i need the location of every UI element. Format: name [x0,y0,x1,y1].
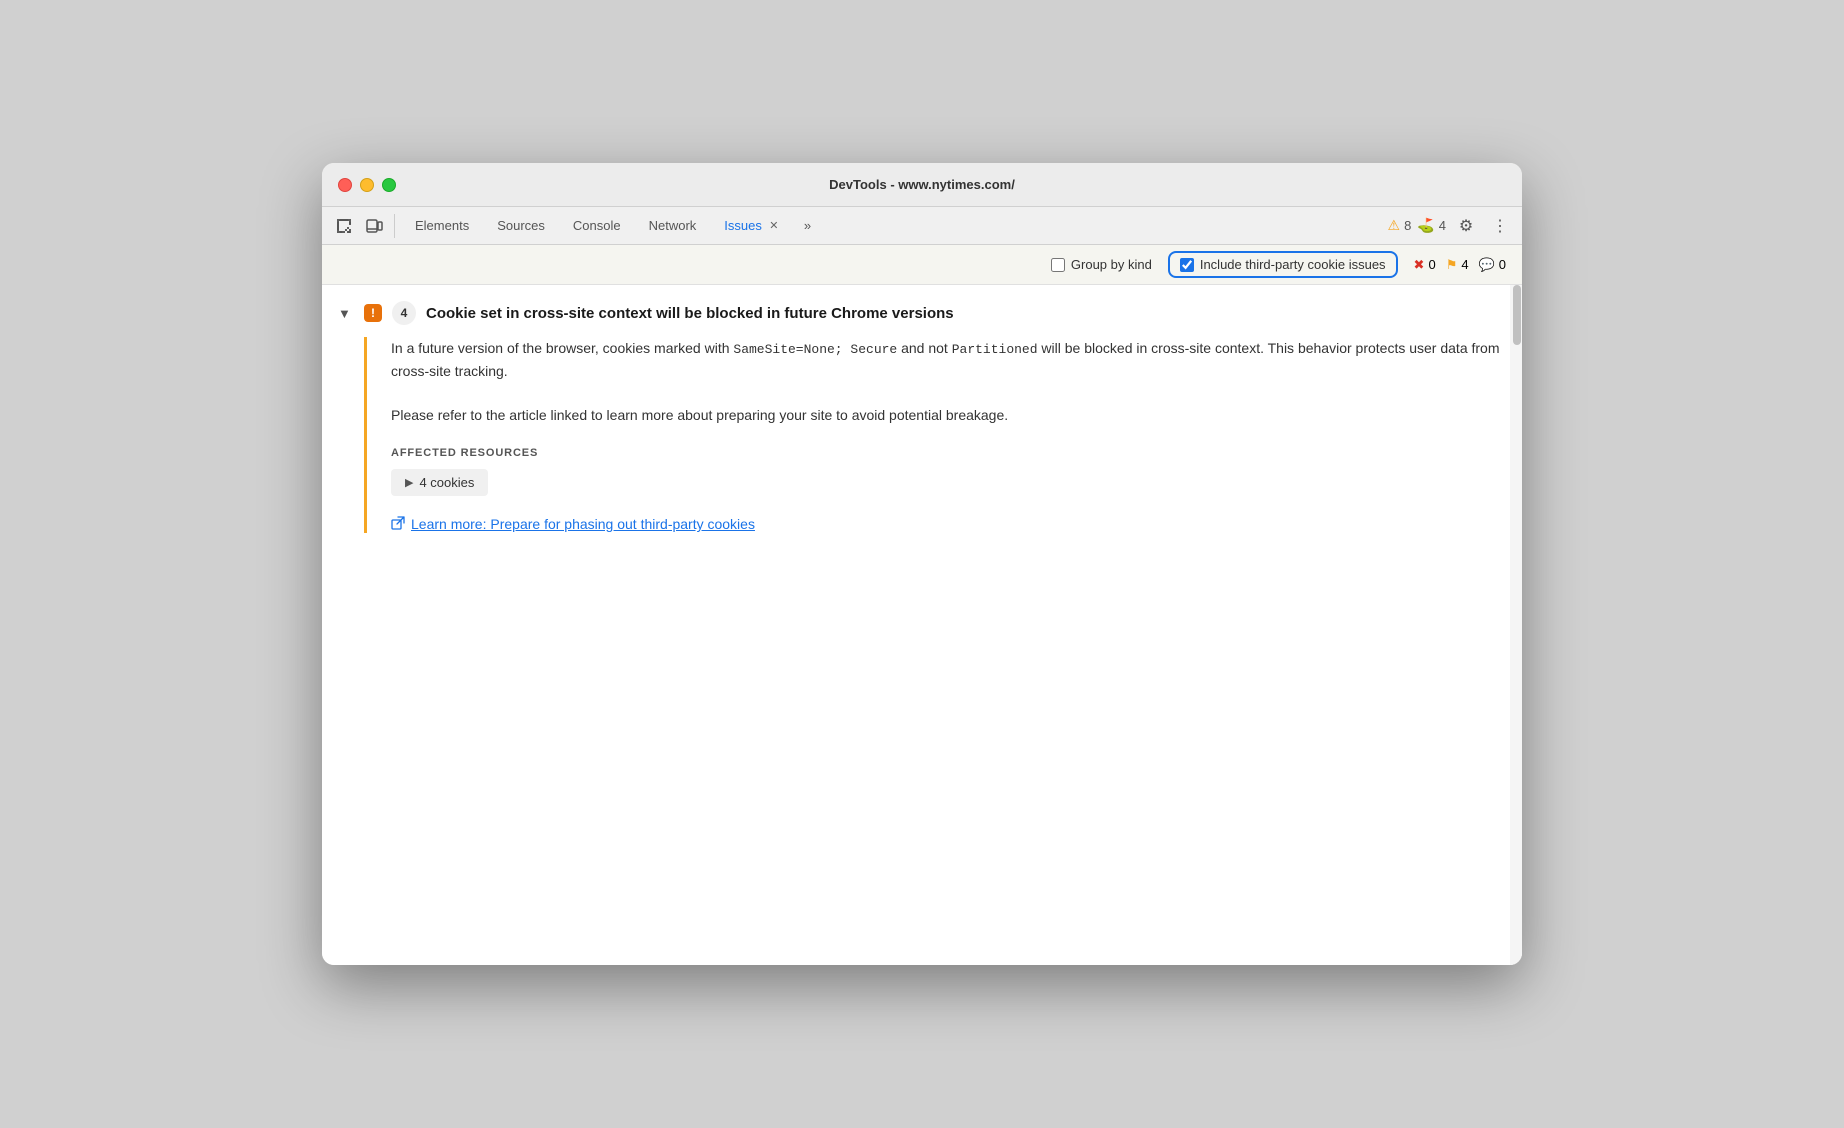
group-by-kind-checkbox[interactable] [1051,258,1065,272]
warning-triangle-icon: ⚠ [1388,217,1401,234]
scroll-track [1510,285,1522,965]
device-icon [365,217,383,235]
toolbar-divider-1 [394,214,395,238]
warning-badge: ⚠ 8 [1388,217,1412,234]
devtools-window: DevTools - www.nytimes.com/ [322,163,1522,965]
toolbar-right: ⚠ 8 ⛳ 4 ⚙ ⋮ [1388,212,1514,240]
group-by-kind-label: Group by kind [1071,257,1152,272]
tab-network[interactable]: Network [635,212,711,239]
error-count-value: 0 [1428,257,1435,272]
group-by-kind-filter: Group by kind [1051,257,1152,272]
error-badge: ⛳ 4 [1417,217,1446,234]
issue-badge-label: ! [371,306,375,320]
tab-sources[interactable]: Sources [483,212,559,239]
issue-body: In a future version of the browser, cook… [364,337,1502,533]
settings-button[interactable]: ⚙ [1452,212,1480,240]
code-samesite: SameSite=None; Secure [733,342,897,357]
info-count-icon: 💬 [1479,257,1495,273]
warning-count-icon: ⚑ [1446,257,1458,273]
tab-elements[interactable]: Elements [401,212,483,239]
cursor-icon [335,217,353,235]
minimize-button[interactable] [360,178,374,192]
issue-group: ▼ ! 4 Cookie set in cross-site context w… [322,285,1522,549]
external-link-icon [391,516,405,533]
inspect-element-button[interactable] [330,212,358,240]
more-options-button[interactable]: ⋮ [1486,212,1514,240]
gear-icon: ⚙ [1459,216,1473,236]
title-bar: DevTools - www.nytimes.com/ [322,163,1522,207]
devtools-content: ▼ ! 4 Cookie set in cross-site context w… [322,285,1522,965]
tab-issues-label: Issues [724,218,762,233]
issue-header[interactable]: ▼ ! 4 Cookie set in cross-site context w… [338,301,1502,325]
include-third-party-label: Include third-party cookie issues [1200,257,1386,272]
cookies-toggle-label: 4 cookies [419,475,474,490]
learn-more-text: Learn more: Prepare for phasing out thir… [411,516,755,532]
info-count-value: 0 [1499,257,1506,272]
error-flag-icon: ⛳ [1417,217,1434,234]
include-third-party-checkbox[interactable] [1180,258,1194,272]
traffic-lights [338,178,396,192]
issue-counts: ✖ 0 ⚑ 4 💬 0 [1414,257,1506,273]
tab-issues-close[interactable]: ✕ [766,218,782,234]
learn-more-link[interactable]: Learn more: Prepare for phasing out thir… [391,516,1502,533]
tab-list: Elements Sources Console Network Issues … [401,212,1386,240]
collapse-arrow-icon: ▼ [338,306,354,321]
maximize-button[interactable] [382,178,396,192]
error-count: 4 [1439,218,1446,233]
issue-type-badge: ! [364,304,382,322]
error-count-item: ✖ 0 [1414,257,1436,273]
warning-count-value: 4 [1461,257,1468,272]
warning-count: 8 [1404,218,1411,233]
issue-title: Cookie set in cross-site context will be… [426,305,954,322]
info-count-item: 💬 0 [1479,257,1506,273]
error-x-icon: ✖ [1414,257,1425,273]
cookies-toggle-arrow-icon: ▶ [405,476,413,489]
issue-count-circle: 4 [392,301,416,325]
issues-filter-bar: Group by kind Include third-party cookie… [322,245,1522,285]
issue-description-2: Please refer to the article linked to le… [391,404,1502,427]
tab-console[interactable]: Console [559,212,635,239]
cookies-toggle[interactable]: ▶ 4 cookies [391,469,488,496]
affected-resources-label: AFFECTED RESOURCES [391,447,1502,459]
devtools-toolbar: Elements Sources Console Network Issues … [322,207,1522,245]
close-button[interactable] [338,178,352,192]
window-title: DevTools - www.nytimes.com/ [829,177,1015,192]
device-mode-button[interactable] [360,212,388,240]
issue-description-1: In a future version of the browser, cook… [391,337,1502,384]
more-tabs-button[interactable]: » [796,214,819,237]
code-partitioned: Partitioned [952,342,1038,357]
warning-count-item: ⚑ 4 [1446,257,1469,273]
tab-issues[interactable]: Issues ✕ [710,212,796,240]
ellipsis-icon: ⋮ [1492,216,1508,236]
third-party-cookie-filter: Include third-party cookie issues [1168,251,1398,278]
scroll-thumb[interactable] [1513,285,1521,345]
